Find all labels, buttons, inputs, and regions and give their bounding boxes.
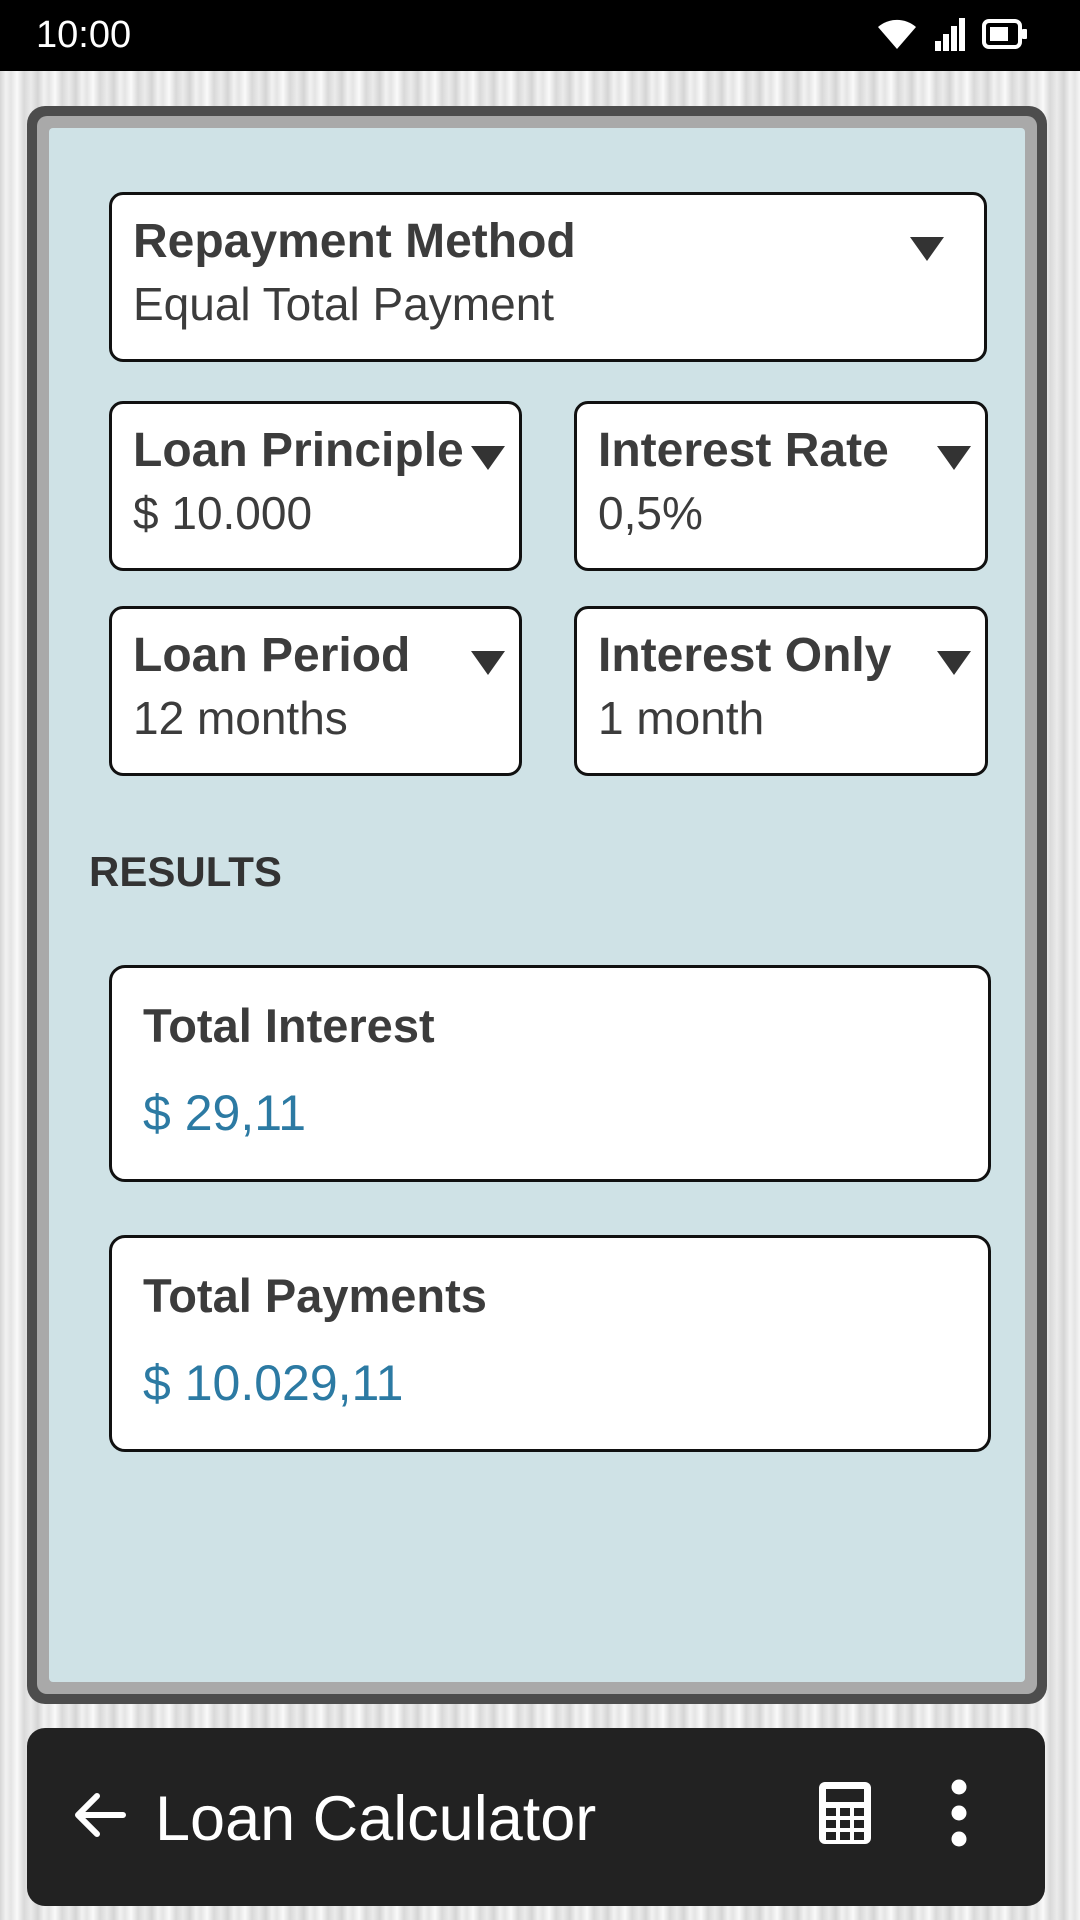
dropdown-caret-icon [937,651,971,675]
back-button[interactable] [63,1781,135,1853]
results-heading: RESULTS [89,848,282,895]
interest-only-label: Interest Only [598,629,892,682]
total-payments-card: Total Payments $ 10.029,11 [109,1235,991,1452]
status-bar: 10:00 [0,0,1080,71]
interest-rate-select[interactable]: Interest Rate 0,5% [574,401,988,571]
more-vertical-icon [947,1778,971,1853]
loan-principle-label: Loan Principle [133,424,464,477]
total-payments-label: Total Payments [143,1269,487,1322]
interest-only-value: 1 month [598,692,765,744]
calculator-icon [817,1780,873,1851]
bottom-app-bar: Loan Calculator [27,1728,1045,1906]
calculator-frame-inner: Repayment Method Equal Total Payment Loa… [37,116,1037,1694]
back-arrow-icon [71,1790,127,1845]
status-icons [876,17,1028,56]
dropdown-caret-icon [471,651,505,675]
dropdown-caret-icon [471,446,505,470]
loan-period-select[interactable]: Loan Period 12 months [109,606,522,776]
interest-rate-value: 0,5% [598,487,703,539]
loan-period-value: 12 months [133,692,348,744]
cellular-signal-icon [934,17,966,56]
repayment-method-select[interactable]: Repayment Method Equal Total Payment [109,192,987,362]
calculator-frame: Repayment Method Equal Total Payment Loa… [27,106,1047,1704]
dropdown-caret-icon [910,237,944,261]
interest-rate-label: Interest Rate [598,424,889,477]
total-interest-card: Total Interest $ 29,11 [109,965,991,1182]
total-payments-value: $ 10.029,11 [143,1355,404,1411]
loan-principle-value: $ 10.000 [133,487,313,539]
wifi-icon [876,17,918,56]
total-interest-value: $ 29,11 [143,1085,307,1141]
dropdown-caret-icon [937,446,971,470]
calculator-panel: Repayment Method Equal Total Payment Loa… [49,128,1025,1682]
calculator-button[interactable] [805,1773,885,1857]
total-interest-label: Total Interest [143,999,435,1052]
interest-only-select[interactable]: Interest Only 1 month [574,606,988,776]
repayment-method-value: Equal Total Payment [133,278,555,330]
repayment-method-label: Repayment Method [133,215,576,268]
loan-period-label: Loan Period [133,629,411,682]
app-title: Loan Calculator [155,1784,597,1854]
more-options-button[interactable] [929,1773,989,1857]
status-time: 10:00 [36,14,132,56]
loan-principle-select[interactable]: Loan Principle $ 10.000 [109,401,522,571]
battery-icon [982,18,1028,54]
